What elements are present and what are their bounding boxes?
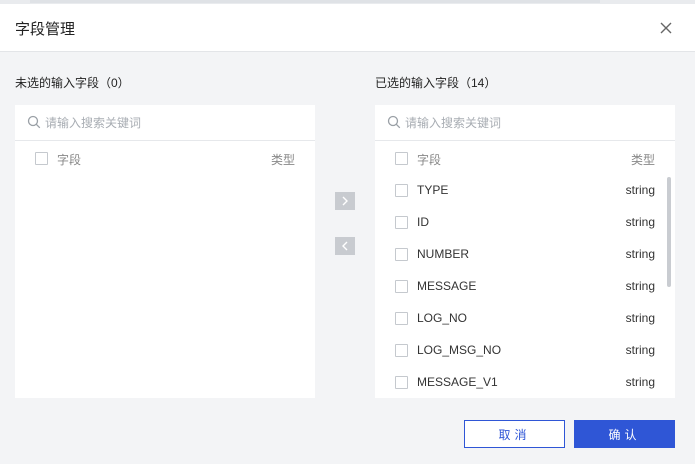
right-header-field: 字段 (417, 153, 442, 167)
field-type: string (625, 183, 655, 197)
field-name: LOG_NO (417, 311, 468, 325)
chevron-right-icon (342, 196, 348, 206)
field-name: LOG_MSG_NO (417, 343, 502, 357)
table-row[interactable]: MESSAGE string (375, 270, 675, 302)
field-type: string (625, 215, 655, 229)
table-row[interactable]: NUMBER string (375, 238, 675, 270)
table-row[interactable]: LOG_NO string (375, 302, 675, 334)
search-icon (387, 115, 401, 129)
right-select-all-checkbox[interactable] (395, 152, 408, 165)
chevron-left-icon (342, 241, 348, 251)
right-search-box (375, 105, 675, 141)
cancel-button[interactable]: 取消 (464, 420, 565, 448)
row-checkbox[interactable] (395, 280, 408, 293)
left-table-header: 字段 类型 (15, 142, 315, 174)
field-type: string (625, 311, 655, 325)
row-checkbox[interactable] (395, 376, 408, 389)
background-strip-accent (30, 0, 600, 3)
move-left-button[interactable] (335, 237, 355, 255)
field-name: MESSAGE_V1 (417, 375, 498, 389)
field-type: string (625, 375, 655, 389)
left-panel: 字段 类型 (15, 105, 315, 398)
field-type: string (625, 343, 655, 357)
field-name: TYPE (417, 183, 449, 197)
field-name: NUMBER (417, 247, 470, 261)
row-checkbox[interactable] (395, 184, 408, 197)
right-panel: 字段 类型 TYPE string ID string NUMBER strin… (375, 105, 675, 398)
left-search-box (15, 105, 315, 141)
row-checkbox[interactable] (395, 216, 408, 229)
left-header-type: 类型 (270, 153, 295, 167)
left-panel-title: 未选的输入字段（0） (15, 76, 130, 90)
right-header-type: 类型 (630, 153, 655, 167)
table-row[interactable]: LOG_MSG_NO string (375, 334, 675, 366)
scrollbar-thumb[interactable] (667, 177, 671, 287)
row-checkbox[interactable] (395, 248, 408, 261)
confirm-button[interactable]: 确认 (574, 420, 675, 448)
right-table-header: 字段 类型 (375, 142, 675, 174)
row-checkbox[interactable] (395, 344, 408, 357)
left-select-all-checkbox[interactable] (35, 152, 48, 165)
left-search-input[interactable] (45, 111, 305, 135)
row-checkbox[interactable] (395, 312, 408, 325)
field-name: ID (417, 215, 429, 229)
table-row[interactable]: ID string (375, 206, 675, 238)
dialog-header: 字段管理 (0, 4, 695, 52)
right-panel-title: 已选的输入字段（14） (375, 76, 497, 90)
field-type: string (625, 247, 655, 261)
right-search-input[interactable] (405, 111, 665, 135)
close-icon[interactable] (656, 18, 676, 38)
field-name: MESSAGE (417, 279, 477, 293)
dialog-title: 字段管理 (15, 21, 76, 38)
table-row[interactable]: TYPE string (375, 174, 675, 206)
left-header-field: 字段 (57, 153, 82, 167)
search-icon (27, 115, 41, 129)
table-row[interactable]: MESSAGE_V1 string (375, 366, 675, 398)
field-type: string (625, 279, 655, 293)
move-right-button[interactable] (335, 192, 355, 210)
